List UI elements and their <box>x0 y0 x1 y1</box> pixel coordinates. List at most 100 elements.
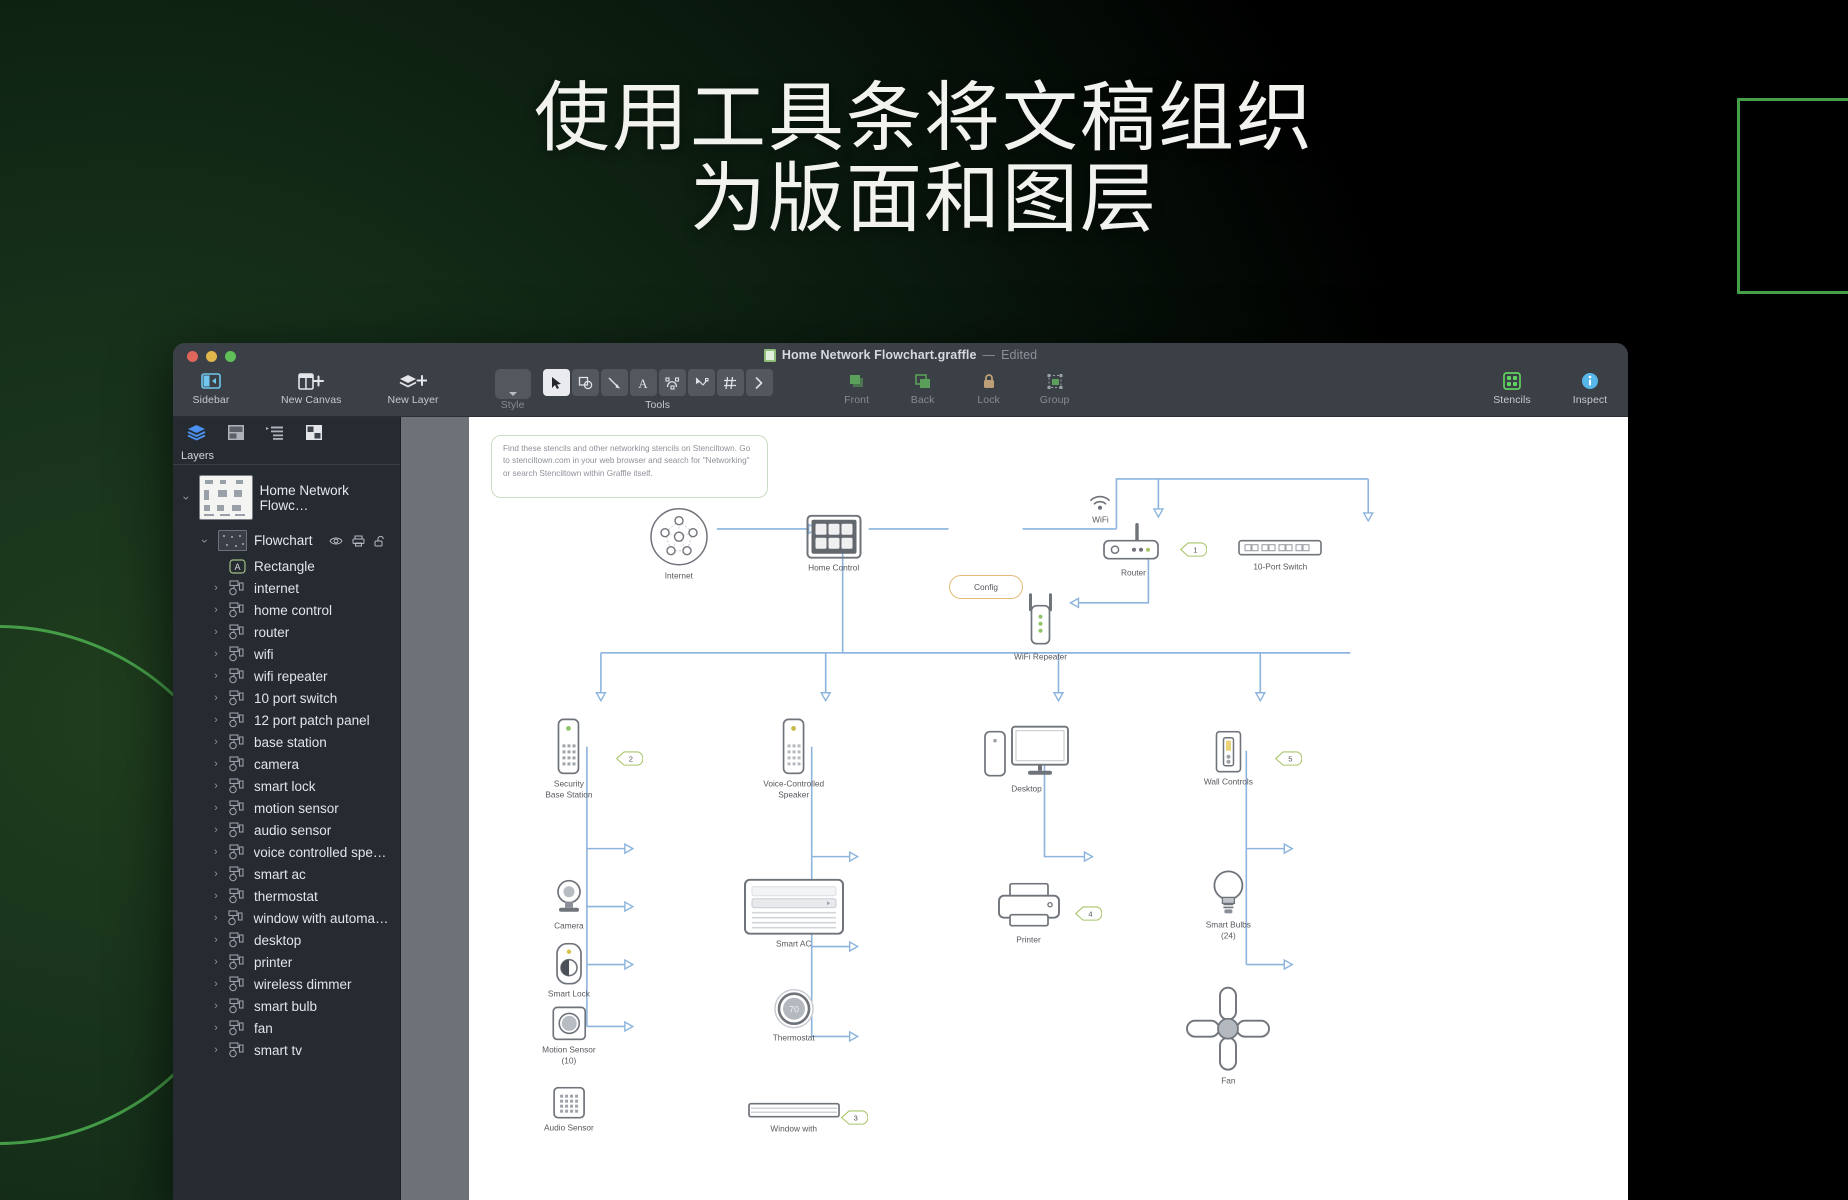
list-item[interactable]: › voice controlled speaker <box>173 841 400 863</box>
chevron-right-icon[interactable]: › <box>211 758 221 770</box>
new-layer-button[interactable]: New Layer <box>388 369 439 406</box>
list-item[interactable]: › wifi <box>173 643 400 665</box>
chevron-down-icon[interactable]: › <box>198 535 212 547</box>
object-list[interactable]: A Rectangle › internet › home control › rou… <box>173 555 400 1061</box>
callout-badge[interactable]: 2 <box>615 750 643 769</box>
chevron-right-icon[interactable]: › <box>211 868 221 880</box>
flowchart-node-base-station[interactable]: Security Base Station <box>545 718 592 800</box>
list-item[interactable]: › motion sensor <box>173 797 400 819</box>
chevron-right-icon[interactable]: › <box>211 934 221 946</box>
layer-item[interactable]: › Flowchart <box>173 526 400 555</box>
bring-front-button[interactable]: Front <box>833 369 881 406</box>
style-button[interactable] <box>494 369 531 399</box>
flowchart-node-desktop[interactable]: Desktop <box>983 724 1070 795</box>
more-tools-button[interactable] <box>745 369 773 396</box>
selection-tool-button[interactable] <box>542 369 570 396</box>
chevron-right-icon[interactable]: › <box>211 626 221 638</box>
canvas-item[interactable]: › Home Network Flowc… <box>173 470 400 526</box>
list-item[interactable]: › fan <box>173 1017 400 1039</box>
list-item[interactable]: › 10 port switch <box>173 687 400 709</box>
chevron-right-icon[interactable]: › <box>211 714 221 726</box>
list-item[interactable]: › audio sensor <box>173 819 400 841</box>
callout-badge[interactable]: 5 <box>1274 750 1303 769</box>
inspect-button[interactable]: Inspect <box>1566 369 1614 406</box>
flowchart-node-audio-sensor[interactable]: Audio Sensor <box>544 1086 594 1133</box>
flowchart-node-router[interactable]: Router <box>1101 522 1165 579</box>
sidebar-tab-contents[interactable] <box>304 423 323 442</box>
chevron-right-icon[interactable]: › <box>211 978 221 990</box>
text-tool-button[interactable]: A <box>629 369 657 396</box>
chevron-right-icon[interactable]: › <box>211 824 221 836</box>
pen-tool-button[interactable] <box>658 369 686 396</box>
print-icon[interactable] <box>352 535 365 547</box>
send-back-button[interactable]: Back <box>899 369 947 406</box>
callout-badge[interactable]: 3 <box>840 1108 868 1127</box>
list-item[interactable]: › smart bulb <box>173 995 400 1017</box>
flowchart-node-internet[interactable]: Internet <box>649 506 709 581</box>
list-item[interactable]: › smart lock <box>173 775 400 797</box>
chevron-right-icon[interactable]: › <box>211 802 221 814</box>
list-item[interactable]: › 12 port patch panel <box>173 709 400 731</box>
list-item[interactable]: › window with automate… <box>173 907 400 929</box>
flowchart-node-wall-controls[interactable]: Wall Controls <box>1204 731 1253 788</box>
line-tool-button[interactable] <box>600 369 628 396</box>
chevron-right-icon[interactable]: › <box>211 582 221 594</box>
list-item[interactable]: › desktop <box>173 929 400 951</box>
flowchart-node-switch[interactable]: 10-Port Switch <box>1238 538 1323 573</box>
group-button[interactable]: Group <box>1031 369 1079 406</box>
flowchart-node-window[interactable]: Window with <box>747 1101 840 1134</box>
list-item[interactable]: A Rectangle <box>173 555 400 577</box>
list-item[interactable]: › wireless dimmer <box>173 973 400 995</box>
flowchart-node-motion-sensor[interactable]: Motion Sensor (10) <box>542 1006 596 1066</box>
unlock-icon[interactable] <box>374 535 386 547</box>
list-item[interactable]: › thermostat <box>173 885 400 907</box>
sidebar-tab-outline[interactable] <box>265 423 284 442</box>
list-item[interactable]: › smart ac <box>173 863 400 885</box>
new-canvas-button[interactable]: New Canvas <box>281 369 342 406</box>
chevron-right-icon[interactable]: › <box>211 1044 221 1056</box>
sidebar-toggle-button[interactable]: Sidebar <box>187 369 235 406</box>
chevron-right-icon[interactable]: › <box>211 604 221 616</box>
eye-icon[interactable] <box>329 536 343 546</box>
flowchart-node-printer[interactable]: Printer <box>997 883 1060 946</box>
flowchart-node-thermostat[interactable]: 70 Thermostat <box>773 988 815 1044</box>
flowchart-node-fan[interactable]: Fan <box>1185 986 1271 1087</box>
chevron-right-icon[interactable]: › <box>211 912 220 924</box>
list-item[interactable]: › internet <box>173 577 400 599</box>
chevron-right-icon[interactable]: › <box>211 692 221 704</box>
chevron-down-icon[interactable]: › <box>180 492 194 503</box>
list-item[interactable]: › home control <box>173 599 400 621</box>
chevron-right-icon[interactable]: › <box>211 736 221 748</box>
flowchart-node-smart-ac[interactable]: Smart AC <box>743 878 844 950</box>
sidebar-tab-canvases[interactable] <box>226 423 245 442</box>
list-item[interactable]: › smart tv <box>173 1039 400 1061</box>
flowchart-node-home-control[interactable]: Home Control <box>806 514 862 573</box>
list-item[interactable]: › camera <box>173 753 400 775</box>
config-node[interactable]: Config <box>949 575 1023 599</box>
chevron-right-icon[interactable]: › <box>211 1022 221 1034</box>
callout-badge[interactable]: 4 <box>1074 905 1103 924</box>
flowchart-node-smart-bulbs[interactable]: Smart Bulbs (24) <box>1206 870 1251 941</box>
chevron-right-icon[interactable]: › <box>211 780 221 792</box>
drawing-canvas[interactable]: Find these stencils and other networking… <box>469 417 1628 1200</box>
lock-button[interactable]: Lock <box>965 369 1013 406</box>
chevron-right-icon[interactable]: › <box>211 670 221 682</box>
flowchart-node-camera[interactable]: Camera <box>550 879 588 932</box>
chevron-right-icon[interactable]: › <box>211 956 221 968</box>
bezier-tool-button[interactable] <box>687 369 715 396</box>
stencils-button[interactable]: Stencils <box>1488 369 1536 406</box>
sidebar-tab-layers[interactable] <box>187 423 206 442</box>
style-control[interactable]: Style <box>494 369 531 411</box>
shape-tool-button[interactable] <box>571 369 599 396</box>
chevron-right-icon[interactable]: › <box>211 1000 221 1012</box>
flowchart-node-speaker[interactable]: Voice-Controlled Speaker <box>763 718 824 800</box>
sidebar-layer-list[interactable]: › Home Network Flowc… › Flowchart A Rect… <box>173 465 400 1200</box>
grid-tool-button[interactable] <box>716 369 744 396</box>
chevron-right-icon[interactable]: › <box>211 648 221 660</box>
list-item[interactable]: › printer <box>173 951 400 973</box>
list-item[interactable]: › wifi repeater <box>173 665 400 687</box>
flowchart-node-repeater[interactable]: WiFi Repeater <box>1014 592 1067 663</box>
chevron-right-icon[interactable]: › <box>211 846 221 858</box>
chevron-right-icon[interactable]: › <box>211 890 221 902</box>
flowchart-node-wifi[interactable]: WiFi <box>1089 494 1111 525</box>
